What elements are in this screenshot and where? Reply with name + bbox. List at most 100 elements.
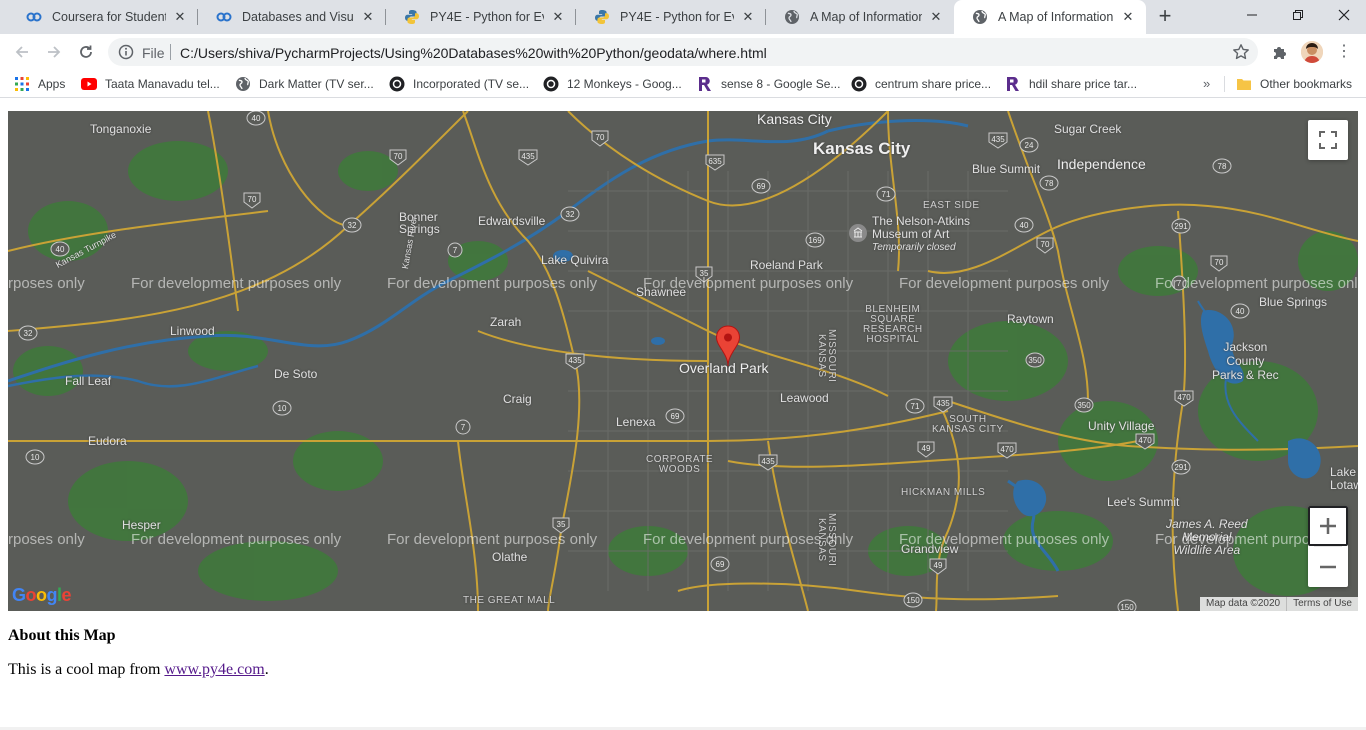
svg-text:71: 71: [882, 190, 891, 199]
bookmarks-bar: Apps Taata Manavadu tel... Dark Matter (…: [0, 70, 1366, 98]
url-text[interactable]: C:/Users/shiva/PycharmProjects/Using%20D…: [180, 45, 767, 61]
address-bar[interactable]: File C:/Users/shiva/PycharmProjects/Usin…: [108, 38, 1258, 66]
place-label: Raytown: [1007, 312, 1054, 326]
tab-title: Databases and Visualiza: [242, 10, 354, 24]
zoom-in-button[interactable]: [1308, 506, 1348, 546]
svg-text:435: 435: [991, 135, 1005, 144]
google-map[interactable]: 40 70 435 70 635 69 71 435 24 78 78 70 3…: [8, 111, 1358, 611]
place-label: Craig: [503, 392, 532, 406]
dev-watermark: For development purpo: [1155, 531, 1311, 548]
place-label: Lee's Summit: [1107, 495, 1180, 509]
back-arrow-icon: [15, 46, 28, 58]
bookmark-incorporated[interactable]: Incorporated (TV se...: [389, 75, 529, 93]
tab-map-info-active[interactable]: A Map of Information ✕: [954, 0, 1146, 34]
info-icon[interactable]: [118, 44, 134, 60]
museum-pin-icon[interactable]: [849, 224, 867, 242]
coursera-icon: [216, 9, 232, 25]
tab-coursera-students[interactable]: Coursera for Students | ✕: [8, 0, 198, 34]
tab-map-info-1[interactable]: A Map of Information ✕: [766, 0, 954, 34]
globe-icon: [972, 9, 988, 25]
place-label: The Nelson-Atkins Museum of Art: [872, 214, 971, 241]
more-menu-icon[interactable]: ⋮: [1336, 42, 1352, 62]
tab-title: Coursera for Students |: [52, 10, 166, 24]
forward-button[interactable]: [40, 38, 68, 66]
svg-text:470: 470: [1138, 436, 1152, 445]
state-line-label: MISSOURI KANSAS: [816, 329, 837, 383]
map-marker-icon[interactable]: [715, 325, 741, 367]
terms-of-use-link[interactable]: Terms of Use: [1287, 597, 1358, 611]
place-label: Hesper: [122, 518, 161, 532]
bookmark-dark-matter[interactable]: Dark Matter (TV ser...: [235, 75, 374, 93]
svg-text:70: 70: [1041, 240, 1050, 249]
dev-watermark: rposes only: [8, 531, 85, 548]
place-label: Temporarily closed: [872, 242, 956, 253]
coursera-icon: [26, 9, 42, 25]
svg-text:70: 70: [1215, 258, 1224, 267]
place-label: Leawood: [780, 391, 829, 405]
tab-strip: Coursera for Students | ✕ Databases and …: [0, 0, 1366, 34]
python-icon: [594, 9, 610, 25]
extensions-puzzle-icon[interactable]: [1270, 43, 1290, 63]
bookmark-apps[interactable]: Apps: [14, 75, 65, 93]
omnibox-divider: [170, 44, 171, 60]
dev-watermark: For development purposes only: [899, 275, 1110, 292]
google-logo[interactable]: Google: [12, 585, 72, 606]
forward-arrow-icon: [48, 46, 61, 58]
bookmark-hdil[interactable]: hdil share price tar...: [1005, 75, 1137, 93]
other-bookmarks[interactable]: Other bookmarks: [1236, 75, 1352, 93]
minimize-icon: [1247, 14, 1257, 16]
tab-py4e-1[interactable]: PY4E - Python for Every ✕: [386, 0, 576, 34]
bookmark-label: sense 8 - Google Se...: [721, 77, 841, 91]
close-icon[interactable]: ✕: [550, 9, 566, 25]
close-icon[interactable]: ✕: [928, 9, 944, 25]
place-label: THE GREAT MALL: [463, 595, 556, 606]
close-icon[interactable]: ✕: [1120, 9, 1136, 25]
bookmark-sense-8[interactable]: sense 8 - Google Se...: [697, 75, 840, 93]
place-label: Lake Lotaw: [1330, 465, 1358, 492]
svg-text:35: 35: [557, 520, 566, 529]
bookmark-star-icon[interactable]: [1232, 43, 1250, 61]
place-label: Sugar Creek: [1054, 122, 1122, 136]
reload-button[interactable]: [72, 38, 100, 66]
profile-avatar[interactable]: [1301, 41, 1323, 63]
r-logo-icon: [697, 76, 713, 92]
restore-button[interactable]: [1275, 0, 1321, 30]
tab-py4e-2[interactable]: PY4E - Python for Every ✕: [576, 0, 766, 34]
apps-grid-icon: [14, 76, 30, 92]
zoom-controls: [1308, 506, 1348, 587]
bookmark-label: Incorporated (TV se...: [413, 77, 530, 91]
svg-text:10: 10: [278, 404, 287, 413]
minimize-button[interactable]: [1229, 0, 1275, 30]
bookmark-taata-manavadu[interactable]: Taata Manavadu tel...: [81, 75, 220, 93]
new-tab-button[interactable]: +: [1153, 5, 1177, 29]
close-icon[interactable]: ✕: [740, 9, 756, 25]
dev-watermark: For development purposes onl: [1155, 275, 1358, 292]
py4e-link[interactable]: www.py4e.com: [164, 661, 264, 678]
back-button[interactable]: [8, 38, 36, 66]
zoom-out-button[interactable]: [1308, 547, 1348, 587]
svg-text:69: 69: [757, 182, 766, 191]
svg-text:70: 70: [596, 133, 605, 142]
dev-watermark: For development purposes only: [643, 531, 854, 548]
bookmark-12-monkeys[interactable]: 12 Monkeys - Goog...: [543, 75, 682, 93]
place-label: Kansas City: [813, 139, 911, 158]
bookmarks-overflow-button[interactable]: »: [1203, 76, 1210, 91]
close-window-button[interactable]: [1321, 0, 1366, 30]
close-icon[interactable]: ✕: [360, 9, 376, 25]
circle-logo-icon: [543, 76, 559, 92]
svg-text:635: 635: [708, 157, 722, 166]
svg-text:32: 32: [348, 221, 357, 230]
svg-text:32: 32: [24, 329, 33, 338]
bookmark-centrum[interactable]: centrum share price...: [851, 75, 991, 93]
tab-databases-visualization[interactable]: Databases and Visualiza ✕: [198, 0, 386, 34]
svg-text:32: 32: [566, 210, 575, 219]
close-icon[interactable]: ✕: [172, 9, 188, 25]
dev-watermark: For development purposes only: [643, 275, 854, 292]
svg-text:40: 40: [1020, 221, 1029, 230]
fullscreen-button[interactable]: [1308, 120, 1348, 160]
svg-text:7: 7: [453, 246, 458, 255]
place-label: Fall Leaf: [65, 374, 112, 388]
about-text-end: .: [264, 661, 269, 678]
svg-text:78: 78: [1218, 162, 1227, 171]
svg-text:291: 291: [1174, 463, 1188, 472]
